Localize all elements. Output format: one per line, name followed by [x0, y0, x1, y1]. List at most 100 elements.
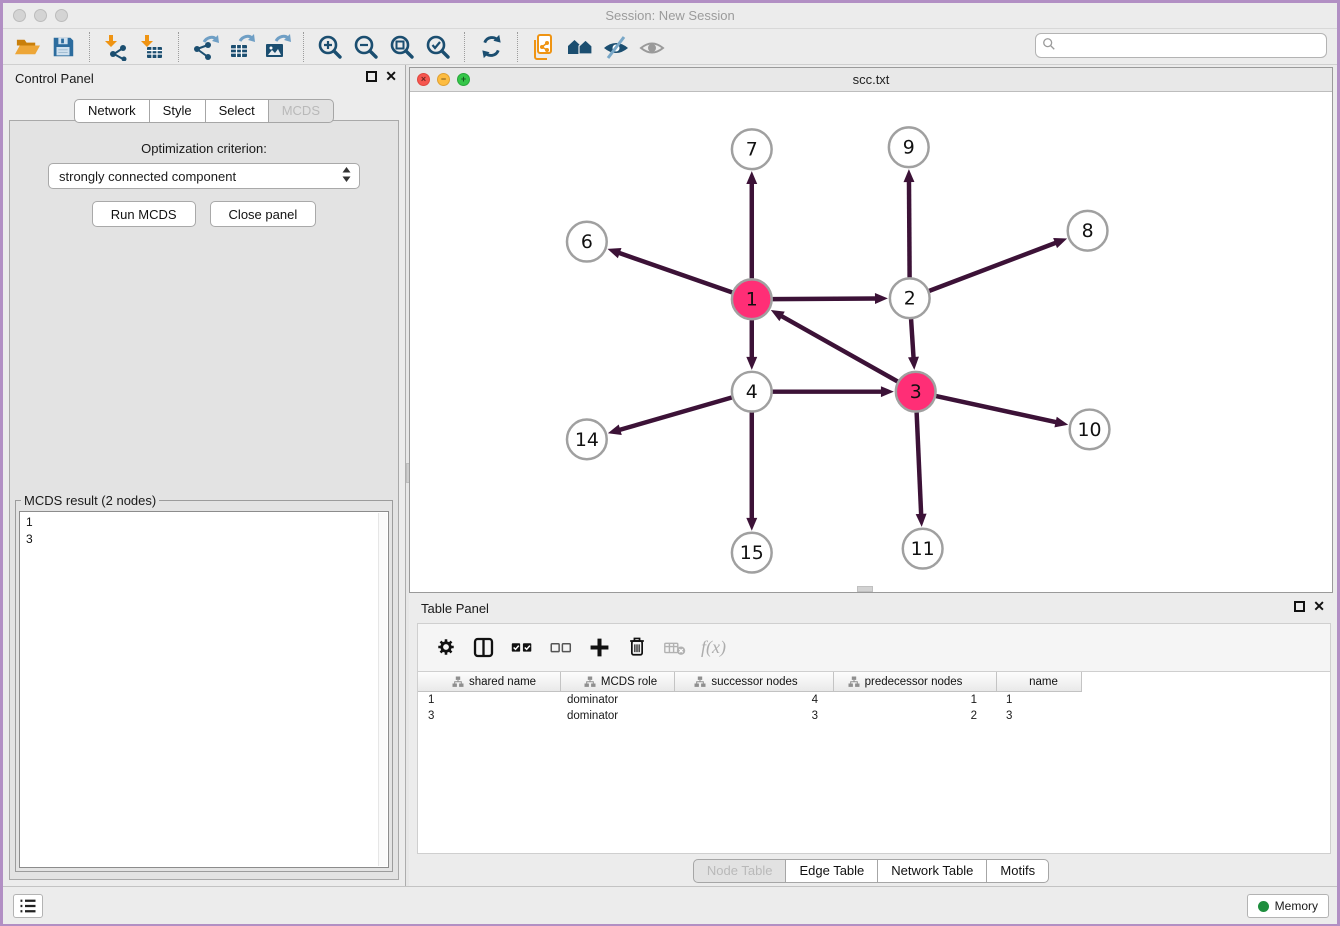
float-table-panel-icon[interactable]: [1294, 601, 1305, 612]
graph-node-label: 6: [581, 231, 593, 253]
graph-edge-arrowhead: [1053, 238, 1067, 248]
add-column-icon[interactable]: [587, 635, 612, 660]
graph-edge-3-11[interactable]: [917, 413, 922, 517]
select-stepper-icon: [342, 167, 351, 185]
cell-shared-name: 1: [418, 694, 561, 706]
function-builder-icon[interactable]: f(x): [701, 637, 726, 658]
clone-network-icon[interactable]: [526, 31, 562, 63]
tab-network-table[interactable]: Network Table: [877, 859, 987, 883]
tab-style[interactable]: Style: [149, 99, 206, 123]
graph-edge-2-3[interactable]: [911, 319, 914, 360]
zoom-fit-icon[interactable]: [384, 31, 420, 63]
show-all-eye-icon[interactable]: [634, 31, 670, 63]
hide-selected-eye-icon[interactable]: [598, 31, 634, 63]
network-window-title: scc.txt: [410, 72, 1332, 87]
tree-icon: [694, 676, 706, 688]
graph-node-label: 4: [746, 381, 758, 403]
deselect-all-rows-icon[interactable]: [548, 634, 574, 660]
graph-edge-4-14[interactable]: [617, 397, 731, 430]
cell-mcds-role: dominator: [561, 694, 675, 706]
toolbar-separator: [303, 32, 304, 62]
mcds-result-line: 3: [26, 531, 382, 548]
graph-edge-arrowhead: [1054, 417, 1068, 428]
float-panel-icon[interactable]: [366, 71, 377, 82]
titlebar: Session: New Session: [3, 3, 1337, 29]
open-file-icon[interactable]: [9, 31, 45, 63]
network-canvas[interactable]: 7968124314101511: [410, 92, 1332, 592]
result-scrollbar[interactable]: [378, 513, 387, 866]
delete-column-trash-icon[interactable]: [625, 635, 649, 659]
tab-network[interactable]: Network: [74, 99, 150, 123]
run-mcds-button[interactable]: Run MCDS: [92, 201, 196, 227]
import-table-icon[interactable]: [134, 31, 170, 63]
column-header-mcds-role[interactable]: MCDS role: [561, 672, 675, 691]
export-table-icon[interactable]: [223, 31, 259, 63]
mcds-result-fieldset: MCDS result (2 nodes) 1 3: [15, 493, 393, 872]
graph-edge-arrowhead: [916, 514, 927, 527]
memory-label: Memory: [1275, 899, 1318, 913]
search-box: [1035, 33, 1327, 58]
close-table-panel-icon[interactable]: ✕: [1313, 601, 1325, 612]
main-toolbar: [3, 29, 1337, 65]
column-header-shared-name[interactable]: shared name: [418, 672, 561, 691]
column-header-name[interactable]: name: [997, 672, 1082, 691]
zoom-selected-icon[interactable]: [420, 31, 456, 63]
import-network-icon[interactable]: [98, 31, 134, 63]
graph-edge-1-6[interactable]: [617, 252, 732, 292]
select-all-rows-icon[interactable]: [509, 634, 535, 660]
graph-edge-arrowhead: [904, 169, 915, 182]
zoom-out-icon[interactable]: [348, 31, 384, 63]
cell-mcds-role: dominator: [561, 710, 675, 722]
graph-node-label: 15: [740, 542, 764, 564]
column-header-successor-nodes[interactable]: successor nodes: [675, 672, 834, 691]
table-tabs: Node Table Edge Table Network Table Moti…: [409, 859, 1333, 883]
graph-edge-arrowhead: [746, 171, 757, 184]
graph-edge-2-8[interactable]: [929, 242, 1058, 291]
network-graph[interactable]: 7968124314101511: [410, 92, 1332, 592]
search-input[interactable]: [1056, 39, 1326, 53]
tab-motifs[interactable]: Motifs: [986, 859, 1049, 883]
mcds-result-list[interactable]: 1 3: [19, 511, 389, 868]
close-panel-button[interactable]: Close panel: [210, 201, 317, 227]
export-image-icon[interactable]: [259, 31, 295, 63]
show-columns-icon[interactable]: [471, 635, 496, 660]
graph-node-label: 8: [1082, 220, 1094, 242]
cell-successor-nodes: 3: [675, 710, 834, 722]
status-bar: Memory: [3, 886, 1337, 924]
network-window: × − + scc.txt 7968124314101511: [409, 67, 1333, 593]
table-row[interactable]: 1 dominator 4 1 1: [418, 692, 1082, 708]
graph-edge-1-2[interactable]: [773, 298, 878, 299]
control-panel-header: Control Panel ✕: [3, 65, 405, 93]
refresh-icon[interactable]: [473, 31, 509, 63]
toolbar-separator: [517, 32, 518, 62]
graph-edge-2-9[interactable]: [909, 179, 910, 277]
save-session-icon[interactable]: [45, 31, 81, 63]
memory-button[interactable]: Memory: [1247, 894, 1329, 918]
table-panel-header: Table Panel ✕: [409, 595, 1333, 623]
graph-edge-3-10[interactable]: [936, 396, 1058, 423]
optimization-criterion-select[interactable]: strongly connected component: [48, 163, 360, 189]
task-history-button[interactable]: [13, 894, 43, 918]
tab-edge-table[interactable]: Edge Table: [785, 859, 878, 883]
mcds-result-title: MCDS result (2 nodes): [21, 493, 159, 508]
optimization-criterion-value: strongly connected component: [59, 169, 342, 184]
table-row[interactable]: 3 dominator 3 2 3: [418, 708, 1082, 724]
tab-node-table[interactable]: Node Table: [693, 859, 787, 883]
column-header-predecessor-nodes[interactable]: predecessor nodes: [834, 672, 997, 691]
close-panel-icon[interactable]: ✕: [385, 71, 397, 82]
control-panel-title: Control Panel: [15, 71, 94, 86]
tab-select[interactable]: Select: [205, 99, 269, 123]
table-header-row: shared name MCDS role successor nodes pr…: [418, 672, 1082, 692]
tab-mcds[interactable]: MCDS: [268, 99, 334, 123]
graph-edge-arrowhead: [908, 357, 919, 370]
houses-icon[interactable]: [562, 31, 598, 63]
graph-node-label: 1: [746, 289, 758, 311]
graph-edge-3-1[interactable]: [779, 315, 897, 382]
export-network-icon[interactable]: [187, 31, 223, 63]
node-table: shared name MCDS role successor nodes pr…: [418, 671, 1330, 853]
zoom-in-icon[interactable]: [312, 31, 348, 63]
delete-table-icon[interactable]: [662, 634, 688, 660]
graph-node-label: 3: [910, 381, 922, 403]
table-settings-gear-icon[interactable]: [434, 635, 458, 659]
canvas-resize-handle[interactable]: [857, 586, 873, 592]
